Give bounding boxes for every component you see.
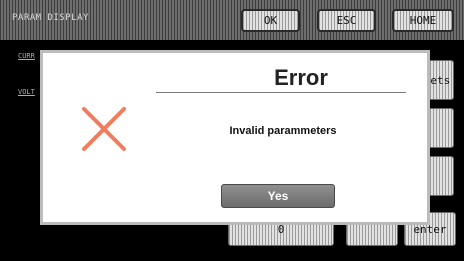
ok-button[interactable]: OK <box>241 9 300 32</box>
esc-button[interactable]: ESC <box>317 9 376 32</box>
home-button[interactable]: HOME <box>392 9 454 32</box>
yes-button[interactable]: Yes <box>221 184 335 208</box>
close-x-icon <box>82 107 126 151</box>
error-dialog-body: Error Invalid parammeters Yes <box>43 53 427 222</box>
dialog-title: Error <box>274 65 328 90</box>
window-title: PARAM DISPLAY <box>12 13 89 23</box>
dialog-divider <box>156 92 406 93</box>
side-label-volt: VOLT <box>18 88 35 96</box>
title-bar: PARAM DISPLAY OK ESC HOME <box>0 0 464 40</box>
dialog-message: Invalid parammeters <box>229 125 337 137</box>
error-dialog: Error Invalid parammeters Yes <box>40 50 430 225</box>
side-label-curr: CURR <box>18 52 35 60</box>
